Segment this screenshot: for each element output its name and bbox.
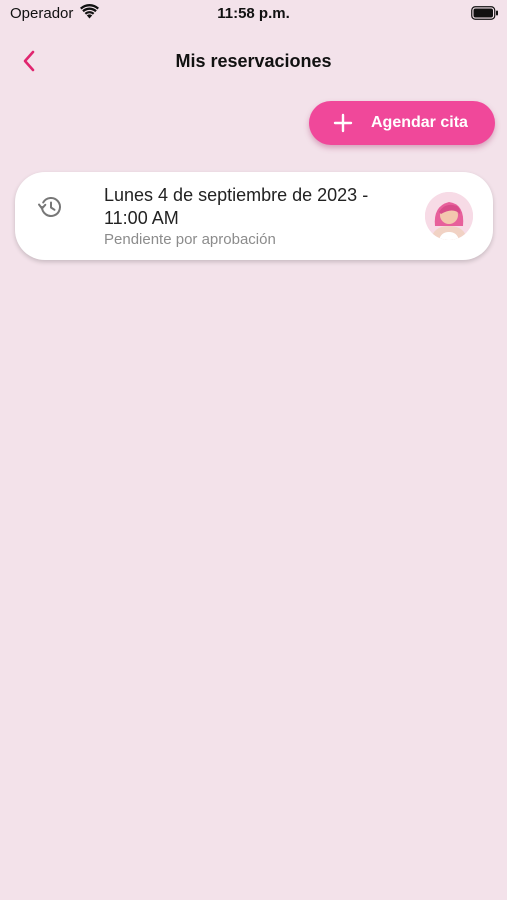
reservation-datetime: Lunes 4 de septiembre de 2023 - 11:00 AM (104, 185, 369, 228)
battery-icon (471, 6, 498, 20)
status-bar: Operador 11:58 p.m. (0, 0, 507, 28)
avatar (425, 192, 473, 240)
reservation-status: Pendiente por aprobación (104, 231, 276, 248)
status-time: 11:58 p.m. (217, 5, 290, 22)
plus-icon (333, 113, 353, 133)
add-appointment-button[interactable]: Agendar cita (309, 101, 495, 145)
avatar-portrait (425, 192, 473, 240)
reservation-card[interactable]: Lunes 4 de septiembre de 2023 - 11:00 AM… (15, 172, 493, 260)
add-appointment-label: Agendar cita (371, 114, 468, 131)
page-title: Mis reservaciones (175, 51, 332, 71)
navigation-bar: Mis reservaciones (0, 40, 507, 82)
history-icon (38, 197, 61, 217)
